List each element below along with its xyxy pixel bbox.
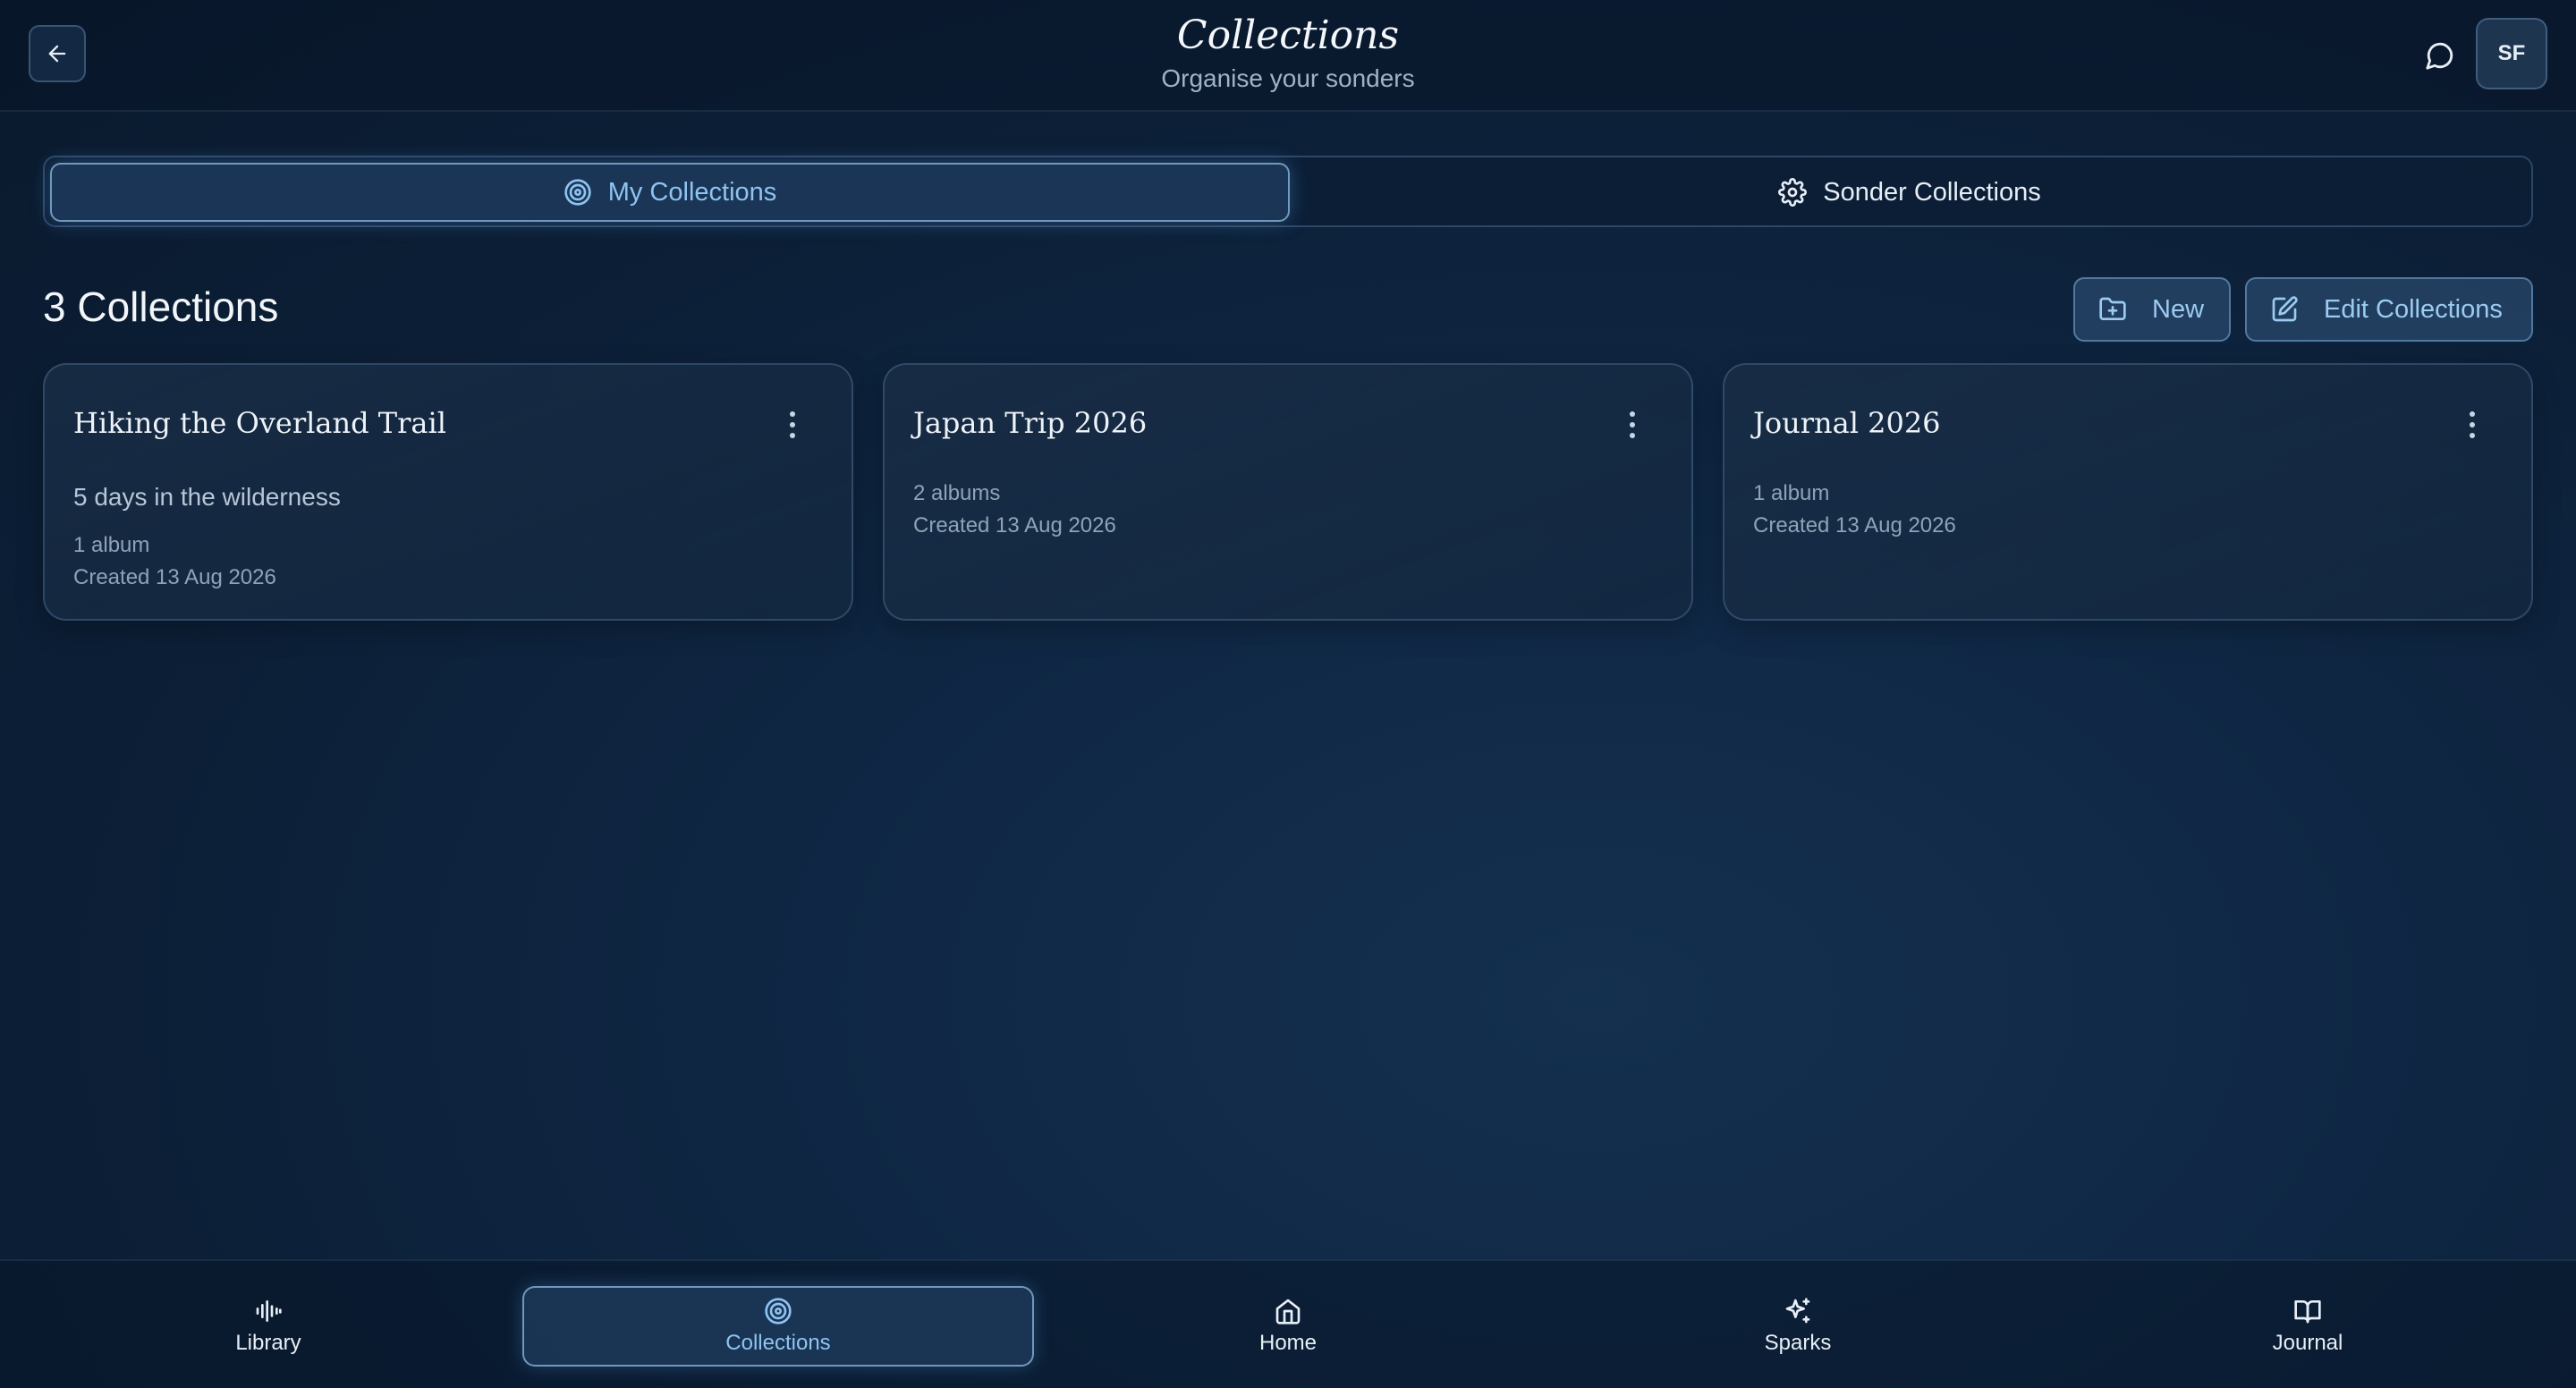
collection-album-count: 1 album xyxy=(73,533,150,557)
chat-button[interactable] xyxy=(2420,36,2460,75)
nav-label: Collections xyxy=(725,1331,831,1355)
target-icon xyxy=(564,178,592,207)
collection-created-date: Created 13 Aug 2026 xyxy=(73,565,276,589)
collection-created-date: Created 13 Aug 2026 xyxy=(1753,513,1956,537)
nav-item-collections[interactable]: Collections xyxy=(522,1286,1034,1367)
folder-plus-icon xyxy=(2098,295,2127,324)
edit-label: Edit Collections xyxy=(2324,294,2503,324)
page-subtitle: Organise your sonders xyxy=(1161,64,1415,92)
tab-label: Sonder Collections xyxy=(1823,177,2041,207)
nav-label: Library xyxy=(235,1331,301,1355)
avatar[interactable]: SF xyxy=(2476,18,2547,89)
nav-item-journal[interactable]: Journal xyxy=(2052,1286,2563,1367)
collection-card[interactable]: Japan Trip 2026 2 albums Created 13 Aug … xyxy=(883,363,1693,621)
more-vertical-icon[interactable] xyxy=(2467,411,2478,438)
message-circle-icon xyxy=(2425,40,2455,71)
new-collection-button[interactable]: New xyxy=(2073,277,2231,342)
collection-card[interactable]: Journal 2026 1 album Created 13 Aug 2026 xyxy=(1723,363,2533,621)
sparkles-icon xyxy=(1784,1297,1812,1325)
new-label: New xyxy=(2152,294,2205,324)
collections-count: 3 Collections xyxy=(43,284,279,330)
more-vertical-icon[interactable] xyxy=(1627,411,1638,438)
bottom-nav: Library Collections Home Sparks Journal xyxy=(0,1259,2576,1388)
target-icon xyxy=(764,1297,792,1325)
tab-my-collections[interactable]: My Collections xyxy=(50,163,1290,222)
nav-item-library[interactable]: Library xyxy=(13,1286,524,1367)
more-vertical-icon[interactable] xyxy=(787,411,798,438)
nav-item-sparks[interactable]: Sparks xyxy=(1542,1286,2054,1367)
collection-title: Japan Trip 2026 xyxy=(913,406,1148,440)
page-title: Collections xyxy=(1176,13,1400,58)
collection-album-count: 2 albums xyxy=(913,481,1001,505)
nav-label: Home xyxy=(1258,1331,1318,1355)
top-bar: Collections Organise your sonders SF xyxy=(0,0,2576,112)
tab-sonder-collections[interactable]: Sonder Collections xyxy=(1290,163,2529,222)
collection-tabs: My Collections Sonder Collections xyxy=(43,156,2533,227)
nav-item-home[interactable]: Home xyxy=(1032,1286,1544,1367)
home-icon xyxy=(1274,1297,1302,1325)
collection-card[interactable]: Hiking the Overland Trail 5 days in the … xyxy=(43,363,853,621)
collection-title: Journal 2026 xyxy=(1753,406,1941,440)
nav-label: Journal xyxy=(2272,1331,2343,1355)
edit-collections-button[interactable]: Edit Collections xyxy=(2245,277,2533,342)
collection-album-count: 1 album xyxy=(1753,481,1830,505)
edit-icon xyxy=(2270,295,2299,324)
collection-created-date: Created 13 Aug 2026 xyxy=(913,513,1116,537)
collection-title: Hiking the Overland Trail xyxy=(73,406,446,440)
gear-icon xyxy=(1778,178,1808,207)
book-open-icon xyxy=(2293,1297,2322,1325)
waveform-icon xyxy=(254,1297,283,1325)
nav-label: Sparks xyxy=(1764,1331,1832,1355)
title-block: Collections Organise your sonders xyxy=(0,9,2576,93)
collection-description: 5 days in the wilderness xyxy=(73,483,341,511)
tab-label: My Collections xyxy=(607,177,777,207)
